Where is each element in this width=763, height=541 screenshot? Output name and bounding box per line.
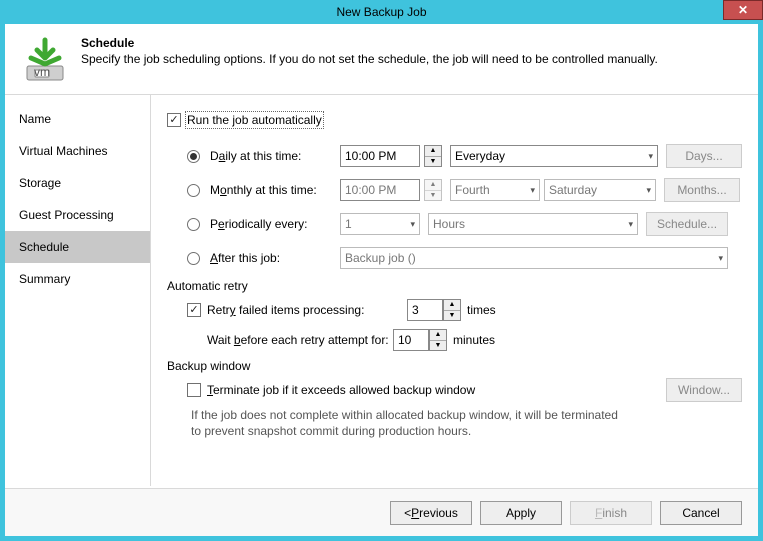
- sidebar-item-storage[interactable]: Storage: [5, 167, 150, 199]
- backup-window-note: If the job does not complete within allo…: [191, 407, 631, 439]
- run-automatically-label: Run the job automatically: [187, 113, 322, 127]
- automatic-retry-section: Automatic retry: [167, 279, 742, 293]
- daily-recurrence-select[interactable]: Everyday▾: [450, 145, 658, 167]
- after-job-label: After this job:: [210, 251, 340, 265]
- svg-text:vm: vm: [34, 65, 50, 79]
- periodically-label: Periodically every:: [210, 217, 340, 231]
- header-title: Schedule: [81, 36, 658, 50]
- retry-label: Retry failed items processing:: [207, 303, 407, 317]
- finish-button: Finish: [570, 501, 652, 525]
- close-button[interactable]: ✕: [723, 0, 763, 20]
- schedule-button: Schedule...: [646, 212, 728, 236]
- daily-time-spinner[interactable]: ▲▼: [424, 145, 442, 167]
- terminate-label: Terminate job if it exceeds allowed back…: [207, 383, 475, 397]
- terminate-checkbox[interactable]: [187, 383, 201, 397]
- wait-value-spinner[interactable]: ▲▼: [429, 329, 447, 351]
- schedule-icon: vm: [21, 36, 69, 84]
- retry-count-input[interactable]: 3: [407, 299, 443, 321]
- radio-monthly[interactable]: [187, 184, 200, 197]
- radio-daily[interactable]: [187, 150, 200, 163]
- retry-count-spinner[interactable]: ▲▼: [443, 299, 461, 321]
- retry-times-label: times: [467, 303, 496, 317]
- monthly-time-input: 10:00 PM: [340, 179, 420, 201]
- sidebar-item-schedule[interactable]: Schedule: [5, 231, 150, 263]
- daily-label: Daily at this time:: [210, 149, 340, 163]
- sidebar-item-name[interactable]: Name: [5, 103, 150, 135]
- retry-checkbox[interactable]: [187, 303, 201, 317]
- monthly-label: Monthly at this time:: [210, 183, 340, 197]
- radio-periodically[interactable]: [187, 218, 200, 231]
- monthly-day-select: Saturday▾: [544, 179, 656, 201]
- cancel-button[interactable]: Cancel: [660, 501, 742, 525]
- periodic-unit-select: Hours▾: [428, 213, 638, 235]
- radio-after-job[interactable]: [187, 252, 200, 265]
- titlebar: New Backup Job ✕: [0, 0, 763, 24]
- wizard-footer: < Previous Apply Finish Cancel: [5, 488, 758, 536]
- wizard-header: vm Schedule Specify the job scheduling o…: [5, 24, 758, 94]
- wizard-sidebar: Name Virtual Machines Storage Guest Proc…: [5, 95, 151, 486]
- sidebar-item-guest-processing[interactable]: Guest Processing: [5, 199, 150, 231]
- wait-label: Wait before each retry attempt for:: [207, 333, 393, 347]
- daily-time-input[interactable]: 10:00 PM: [340, 145, 420, 167]
- days-button: Days...: [666, 144, 742, 168]
- header-subtitle: Specify the job scheduling options. If y…: [81, 52, 658, 66]
- run-automatically-checkbox[interactable]: [167, 113, 181, 127]
- after-job-select: Backup job ()▾: [340, 247, 728, 269]
- monthly-week-select: Fourth▾: [450, 179, 540, 201]
- sidebar-item-summary[interactable]: Summary: [5, 263, 150, 295]
- window-title: New Backup Job: [336, 5, 426, 19]
- months-button: Months...: [664, 178, 740, 202]
- apply-button[interactable]: Apply: [480, 501, 562, 525]
- backup-window-section: Backup window: [167, 359, 742, 373]
- wait-value-input[interactable]: 10: [393, 329, 429, 351]
- sidebar-item-virtual-machines[interactable]: Virtual Machines: [5, 135, 150, 167]
- content-pane: Run the job automatically Daily at this …: [151, 95, 758, 486]
- periodic-value-select: 1▾: [340, 213, 420, 235]
- wait-unit-label: minutes: [453, 333, 495, 347]
- monthly-time-spinner: ▲▼: [424, 179, 442, 201]
- previous-button[interactable]: < Previous: [390, 501, 472, 525]
- window-button: Window...: [666, 378, 742, 402]
